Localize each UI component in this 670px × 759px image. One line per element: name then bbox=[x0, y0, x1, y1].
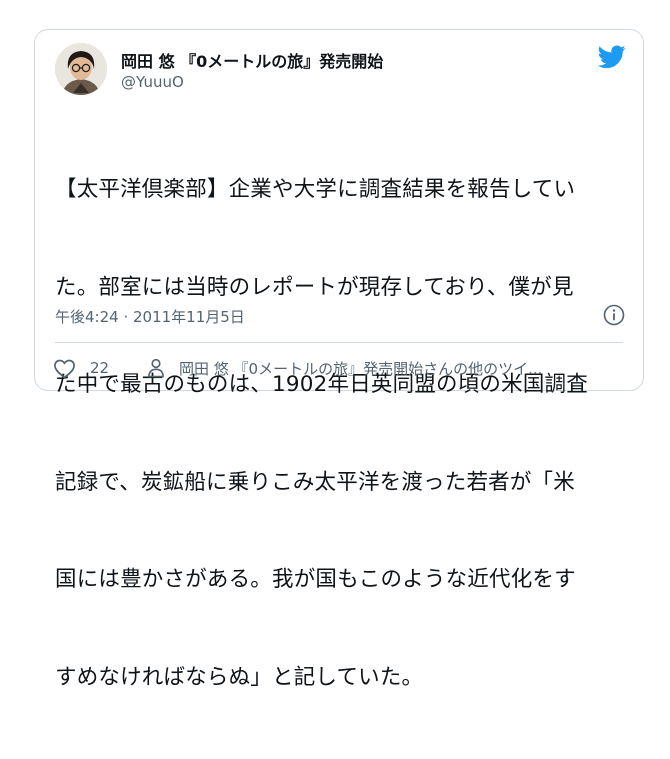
like-count: 22 bbox=[90, 359, 110, 377]
tweet-text-line: すめなければならぬ」と記していた。 bbox=[55, 664, 424, 690]
author-handle[interactable]: @YuuuO bbox=[121, 73, 184, 91]
tweet-text-line: 記録で、炭鉱船に乗りこみ太平洋を渡った若者が「米 bbox=[55, 469, 575, 495]
person-icon bbox=[147, 358, 165, 378]
tweet-text-line: た。部室には当時のレポートが現存しており、僕が見 bbox=[55, 274, 574, 300]
like-button[interactable]: 22 bbox=[53, 356, 109, 380]
author-name[interactable]: 岡田 悠 『0メートルの旅』発売開始 bbox=[121, 48, 383, 72]
tweet-text: 【太平洋倶楽部】企業や大学に調査結果を報告してい た。部室には当時のレポートが現… bbox=[55, 109, 635, 759]
avatar[interactable] bbox=[55, 43, 107, 95]
info-icon[interactable] bbox=[603, 304, 625, 326]
tweet-timestamp[interactable]: 午後4:24 · 2011年11月5日 bbox=[55, 306, 245, 327]
tweet-card: 岡田 悠 『0メートルの旅』発売開始 @YuuuO 【太平洋倶楽部】企業や大学に… bbox=[34, 29, 644, 690]
heart-icon bbox=[54, 359, 75, 378]
tweet-text-line: 【太平洋倶楽部】企業や大学に調査結果を報告してい bbox=[55, 177, 576, 202]
tweet-text-line: 国には豊かさがある。我が国もこのような近代化をす bbox=[55, 567, 576, 592]
more-tweets-label: 岡田 悠 『0メートルの旅』発売開始さんの他のツイ... bbox=[179, 359, 543, 378]
avatar-photo bbox=[55, 43, 107, 95]
twitter-bird-icon[interactable] bbox=[598, 45, 626, 69]
divider bbox=[55, 342, 623, 343]
more-tweets-link[interactable]: 岡田 悠 『0メートルの旅』発売開始さんの他のツイ... bbox=[147, 356, 542, 380]
